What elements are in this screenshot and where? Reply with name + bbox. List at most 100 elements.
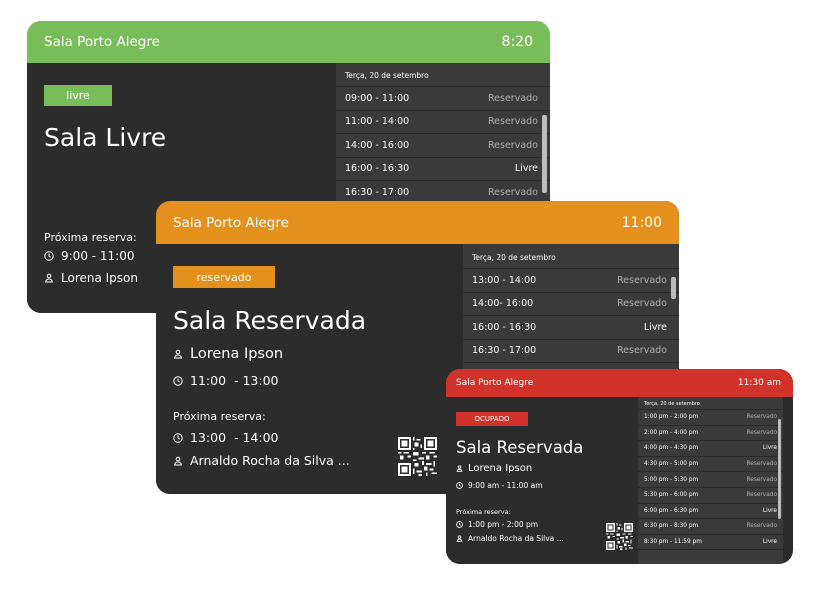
person-icon	[456, 535, 463, 542]
slot-time: 16:00 - 16:30	[472, 321, 537, 333]
room-status-title: Sala Reservada	[173, 306, 367, 335]
current-person-text: Lorena Ipson	[468, 463, 533, 474]
slot-status: Reservado	[487, 139, 538, 151]
clock-icon	[173, 375, 183, 386]
clock-icon	[44, 251, 54, 261]
current-reservation-person: Lorena Ipson	[173, 346, 283, 362]
clock-icon	[456, 482, 463, 489]
current-reservation-time: 11:00 - 13:00	[173, 373, 278, 388]
schedule-row[interactable]: 16:30 - 17:00 Reservado	[463, 340, 679, 363]
next-reservation-time: 9:00 - 11:00	[44, 249, 135, 263]
schedule-date: Terça, 20 de setembro	[336, 63, 550, 87]
schedule-list: Terça, 20 de setembro 1:00 pm - 2:00 pm …	[638, 397, 783, 564]
status-area: reservado Sala Reservada Lorena Ipson 11…	[156, 244, 445, 494]
current-person-text: Lorena Ipson	[190, 346, 284, 362]
slot-time: 6:30 pm - 8:30 pm	[644, 523, 699, 530]
slot-time: 13:00 - 14:00	[472, 274, 537, 286]
slot-status: Reservado	[616, 298, 667, 310]
status-badge: reservado	[173, 266, 275, 288]
panel-header: Sala Porto Alegre 11:00	[156, 201, 679, 244]
schedule-row[interactable]: 6:00 pm - 6:30 pm Livre	[638, 504, 783, 520]
current-time-text: 9:00 am - 11:00 am	[468, 481, 543, 490]
slot-status: Reservado	[487, 116, 538, 128]
slot-status: Livre	[762, 445, 777, 452]
slot-time: 16:30 - 17:00	[472, 345, 537, 357]
schedule-row[interactable]: 5:30 pm - 6:00 pm Reservado	[638, 488, 783, 504]
person-icon	[456, 465, 463, 472]
slot-time: 4:00 pm - 4:30 pm	[644, 445, 699, 452]
panel-header: Sala Porto Alegre 11:30 am	[446, 369, 793, 397]
slot-status: Reservado	[746, 476, 777, 483]
slot-time: 11:00 - 14:00	[345, 116, 410, 128]
room-panel-ocupado: Sala Porto Alegre 11:30 am OCUPADO Sala …	[446, 369, 793, 564]
slot-status: Reservado	[616, 345, 667, 357]
next-time-text: 1:00 pm - 2:00 pm	[468, 520, 539, 529]
slot-time: 14:00 - 16:00	[345, 139, 410, 151]
next-reservation-person: Lorena Ipson	[44, 271, 138, 285]
room-status-title: Sala Livre	[44, 123, 167, 152]
slot-time: 16:00 - 16:30	[345, 163, 410, 175]
current-reservation-time: 9:00 am - 11:00 am	[456, 481, 543, 490]
next-reservation-person: Arnaldo Rocha da Silva ...	[456, 534, 564, 543]
slot-status: Reservado	[746, 461, 777, 468]
schedule-date: Terça, 20 de setembro	[463, 244, 679, 269]
slot-status: Reservado	[616, 274, 667, 286]
schedule-row[interactable]: 16:00 - 16:30 Livre	[463, 316, 679, 340]
schedule-scrollbar[interactable]	[778, 419, 781, 519]
slot-time: 8:30 pm - 11:59 pm	[644, 539, 702, 546]
slot-status: Livre	[643, 321, 667, 333]
room-name: Sala Porto Alegre	[173, 214, 289, 231]
slot-status: Reservado	[487, 186, 538, 198]
schedule-row[interactable]: 14:00- 16:00 Reservado	[463, 293, 679, 316]
qr-code-icon[interactable]	[606, 523, 633, 554]
schedule-scrollbar[interactable]	[671, 277, 676, 299]
schedule-date: Terça, 20 de setembro	[638, 397, 783, 410]
clock-icon	[456, 521, 463, 528]
slot-time: 14:00- 16:00	[472, 298, 534, 310]
room-name: Sala Porto Alegre	[44, 34, 160, 50]
current-time-text: 11:00 - 13:00	[190, 373, 279, 388]
schedule-row[interactable]: 13:00 - 14:00 Reservado	[463, 269, 679, 293]
next-time-text: 13:00 - 14:00	[190, 430, 279, 445]
schedule-scrollbar[interactable]	[542, 115, 547, 193]
schedule-row[interactable]: 8:30 pm - 11:59 pm Livre	[638, 535, 783, 551]
schedule-row[interactable]: 6:30 pm - 8:30 pm Reservado	[638, 519, 783, 535]
next-reservation-label: Próxima reserva:	[456, 508, 511, 516]
schedule-row[interactable]: 16:00 - 16:30 Livre	[336, 158, 550, 181]
schedule-row[interactable]: 1:00 pm - 2:00 pm Reservado	[638, 410, 783, 426]
slot-status: Reservado	[746, 523, 777, 530]
clock-time: 8:20	[501, 34, 533, 50]
slot-status: Reservado	[746, 414, 777, 421]
schedule-row[interactable]: 4:00 pm - 4:30 pm Livre	[638, 441, 783, 457]
slot-status: Reservado	[746, 429, 777, 436]
slot-time: 5:00 pm - 5:30 pm	[644, 476, 699, 483]
next-person-text: Arnaldo Rocha da Silva ...	[468, 534, 564, 543]
person-icon	[173, 349, 183, 359]
person-icon	[173, 456, 183, 466]
room-status-title: Sala Reservada	[456, 438, 584, 457]
clock-icon	[173, 432, 183, 443]
status-badge: livre	[44, 85, 112, 106]
schedule-row[interactable]: 14:00 - 16:00 Reservado	[336, 134, 550, 158]
next-reservation-label: Próxima reserva:	[173, 410, 266, 423]
schedule-row[interactable]: 09:00 - 11:00 Reservado	[336, 87, 550, 111]
slot-status: Reservado	[746, 492, 777, 499]
schedule-row[interactable]: 11:00 - 14:00 Reservado	[336, 111, 550, 134]
schedule-row[interactable]: 5:00 pm - 5:30 pm Reservado	[638, 472, 783, 488]
slot-time: 09:00 - 11:00	[345, 92, 410, 104]
next-time-text: 9:00 - 11:00	[61, 249, 135, 263]
next-reservation-person: Arnaldo Rocha da Silva ...	[173, 453, 350, 468]
slot-time: 2:00 pm - 4:00 pm	[644, 429, 699, 436]
slot-status: Livre	[762, 539, 777, 546]
slot-status: Livre	[762, 507, 777, 514]
schedule-row[interactable]: 2:00 pm - 4:00 pm Reservado	[638, 426, 783, 442]
next-person-text: Lorena Ipson	[61, 271, 138, 285]
slot-time: 5:30 pm - 6:00 pm	[644, 492, 699, 499]
qr-code-icon[interactable]	[398, 437, 437, 480]
person-icon	[44, 273, 54, 283]
next-person-text: Arnaldo Rocha da Silva ...	[190, 453, 350, 468]
slot-time: 1:00 pm - 2:00 pm	[644, 414, 699, 421]
schedule-row[interactable]: 4:30 pm - 5:00 pm Reservado	[638, 457, 783, 473]
next-reservation-time: 13:00 - 14:00	[173, 430, 278, 445]
status-area: OCUPADO Sala Reservada Lorena Ipson 9:00…	[446, 397, 638, 564]
